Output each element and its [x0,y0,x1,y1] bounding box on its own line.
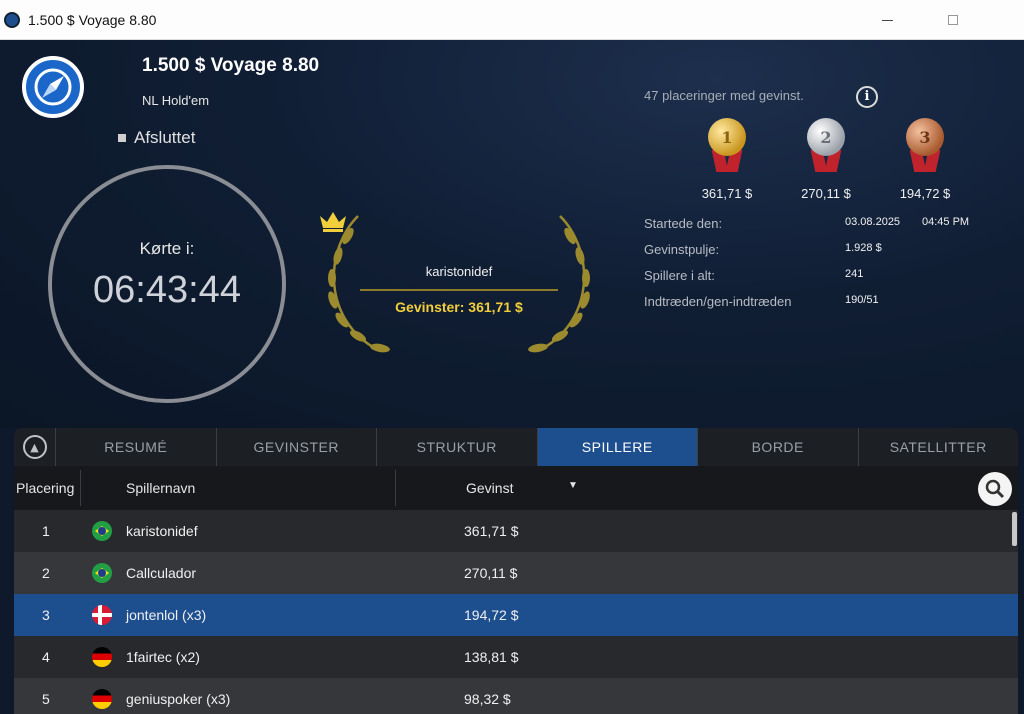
search-icon [985,479,1005,499]
players-value: 241 [845,268,864,280]
bronze-medal-icon: 3 [905,118,945,176]
winner-laurel: karistonidef Gevinster: 361,71 $ [318,210,600,362]
row-winnings: 270,11 $ [464,565,518,581]
players-table-header: Placering Spillernavn Gevinst ▼ [14,466,1018,510]
collapse-button[interactable]: ▲ [14,428,56,466]
status-label: Afsluttet [134,128,196,147]
maximize-icon [948,15,958,25]
started-date: 03.08.2025 [845,216,901,228]
brazil-flag-icon [92,521,112,541]
germany-flag-icon [92,689,112,709]
started-time: 04:45 PM [922,216,970,228]
row-player-name: karistonidef [126,523,198,539]
row-position: 1 [42,523,50,539]
minimize-button[interactable] [864,0,910,40]
brazil-flag-icon [92,563,112,583]
chevron-up-icon: ▲ [22,435,47,459]
prize-pool-value: 1.928 $ [845,242,882,254]
column-place[interactable]: Placering [16,480,80,496]
lobby-tabs: ▲ RESUMÉ GEVINSTER STRUKTUR SPILLERE BOR… [14,428,1018,466]
prize-pool-label: Gevinstpulje: [644,242,720,257]
minimize-icon [881,19,893,21]
players-label: Spillere i alt: [644,268,715,283]
winner-name: karistonidef [425,264,493,279]
tab-spillere[interactable]: SPILLERE [537,428,698,466]
started-label: Startede den: [644,216,723,231]
maximize-button[interactable] [930,0,976,40]
search-button[interactable] [978,472,1012,506]
app-logo-icon [4,11,20,28]
window-title: 1.500 $ Voyage 8.80 [28,11,157,28]
row-player-name: jontenlol (x3) [126,607,207,623]
germany-flag-icon [92,647,112,667]
column-player[interactable]: Spillernavn [126,480,195,496]
denmark-flag-icon [92,605,112,625]
game-type: NL Hold'em [142,93,210,108]
tournament-name: 1.500 $ Voyage 8.80 [142,55,320,76]
row-winnings: 194,72 $ [464,607,519,623]
elapsed-time: 06:43:44 [93,269,241,311]
elapsed-label: Kørte i: [139,239,195,258]
laurel-wreath-icon [328,215,590,353]
tournament-header: 1.500 $ Voyage 8.80 NL Hold'em Afsluttet… [0,40,1024,428]
table-row-selected[interactable]: 3 jontenlol (x3) 194,72 $ [14,594,1018,636]
table-row[interactable]: 5 geniuspoker (x3) 98,32 $ [14,678,1018,714]
payout-summary: 47 placeringer med gevinst. [644,88,804,103]
row-position: 5 [42,691,50,707]
gold-medal-icon: 1 [707,118,747,176]
table-row[interactable]: 1 karistonidef 361,71 $ [14,510,1018,552]
row-position: 3 [42,607,50,623]
third-prize: 194,72 $ [899,186,951,201]
compass-logo-icon [22,56,84,118]
entries-value: 190/51 [845,294,879,306]
tab-satellitter[interactable]: SATELLITTER [859,428,1019,466]
window-titlebar: 1.500 $ Voyage 8.80 [0,0,1024,40]
table-scrollbar[interactable] [1012,512,1017,546]
winner-prize: Gevinster: 361,71 $ [395,299,523,315]
row-position: 4 [42,649,50,665]
row-player-name: geniuspoker (x3) [126,691,231,707]
tab-resume[interactable]: RESUMÉ [56,428,217,466]
row-winnings: 98,32 $ [464,691,511,707]
tournament-status: Afsluttet [118,128,195,148]
status-square-icon [118,134,126,142]
elapsed-clock: Kørte i: 06:43:44 [48,165,286,403]
table-row[interactable]: 4 1fairtec (x2) 138,81 $ [14,636,1018,678]
row-player-name: Callculador [126,565,197,581]
tab-borde[interactable]: BORDE [698,428,859,466]
table-row[interactable]: 2 Callculador 270,11 $ [14,552,1018,594]
second-prize: 270,11 $ [801,186,851,201]
entries-label: Indtræden/gen-indtræden [644,294,792,309]
sort-desc-icon[interactable]: ▼ [568,480,578,491]
players-table: 1 karistonidef 361,71 $ 2 Callculador 27… [14,510,1018,714]
first-prize: 361,71 $ [701,186,753,201]
silver-medal-icon: 2 [806,118,846,176]
winner-divider [360,289,558,291]
crown-icon [320,212,346,232]
tab-gevinster[interactable]: GEVINSTER [217,428,377,466]
info-icon[interactable]: i [856,86,878,108]
row-player-name: 1fairtec (x2) [126,649,200,665]
row-position: 2 [42,565,50,581]
row-winnings: 138,81 $ [464,649,519,665]
column-winnings[interactable]: Gevinst [466,480,513,496]
tab-struktur[interactable]: STRUKTUR [377,428,538,466]
row-winnings: 361,71 $ [464,523,519,539]
